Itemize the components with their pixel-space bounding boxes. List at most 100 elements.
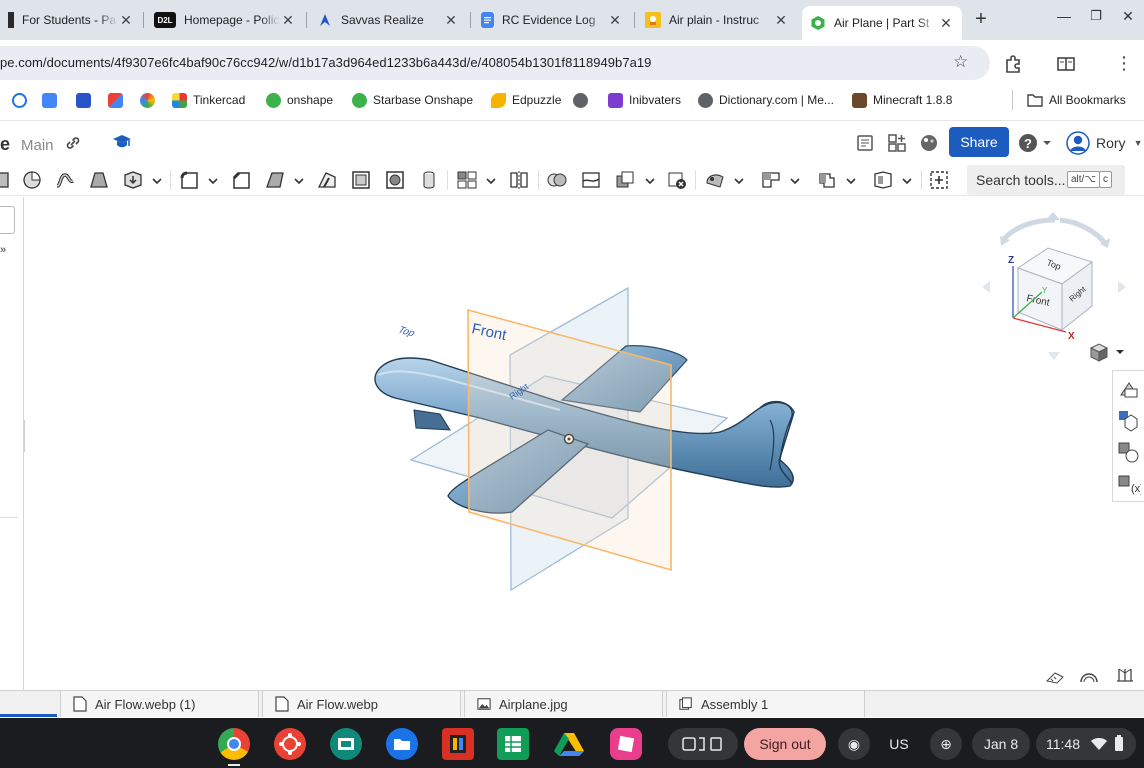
bookmark-docs-icon[interactable] — [42, 90, 63, 110]
minimize-window-icon[interactable]: — — [1051, 8, 1077, 30]
search-tools-input[interactable]: Search tools... alt/⌥ c — [967, 165, 1125, 195]
chevron-down-icon[interactable] — [152, 174, 162, 185]
shell-icon[interactable] — [350, 169, 372, 191]
delete-part-icon[interactable] — [666, 169, 688, 191]
doc-tab[interactable]: Air Flow.webp — [262, 691, 461, 717]
units-icon[interactable] — [1115, 667, 1135, 685]
fillet-icon[interactable] — [178, 169, 200, 191]
enclose-icon[interactable] — [122, 169, 144, 191]
extensions-icon[interactable] — [1003, 54, 1023, 74]
user-menu[interactable]: Rory ▼ — [1066, 131, 1142, 155]
chamfer-icon[interactable] — [230, 169, 252, 191]
render-studio-icon[interactable] — [919, 133, 939, 156]
bookmark-globe-icon[interactable] — [573, 90, 594, 110]
address-bar[interactable]: pe.com/documents/4f9307e6fc4baf90c76cc94… — [0, 46, 990, 80]
feature-filter-input[interactable] — [0, 206, 15, 234]
close-tab-icon[interactable]: ✕ — [773, 12, 789, 29]
boolean-icon[interactable] — [546, 169, 568, 191]
mirror-icon[interactable] — [508, 169, 530, 191]
close-tab-icon[interactable]: ✕ — [118, 12, 134, 29]
revolve-icon[interactable] — [0, 169, 14, 191]
bookmark-inibvaters[interactable]: Inibvaters — [608, 90, 681, 110]
close-tab-icon[interactable]: ✕ — [607, 12, 623, 29]
branch-name[interactable]: Main — [21, 137, 54, 154]
cylinder-icon[interactable] — [418, 169, 440, 191]
drive-icon[interactable] — [553, 728, 585, 760]
browser-tab[interactable]: Savvas Realize ✕ — [309, 6, 467, 34]
variables-icon[interactable]: (x) — [1117, 473, 1144, 497]
model-canvas[interactable]: Front Top Right Top Front Right Z X Y — [25, 197, 1144, 690]
close-tab-icon[interactable]: ✕ — [938, 15, 954, 32]
sweep-icon[interactable] — [21, 169, 43, 191]
measure-icon[interactable] — [1045, 667, 1065, 685]
bookmark-edpuzzle[interactable]: Edpuzzle — [491, 90, 561, 110]
transform-icon[interactable] — [614, 169, 636, 191]
app-icon[interactable] — [442, 728, 474, 760]
doc-tab[interactable]: Assembly 1 — [666, 691, 865, 717]
new-tab-button[interactable]: + — [970, 9, 992, 31]
sheets-icon[interactable] — [497, 728, 529, 760]
files-icon[interactable] — [386, 728, 418, 760]
bookmark-starbase-onshape[interactable]: Starbase Onshape — [352, 90, 473, 110]
all-bookmarks[interactable]: All Bookmarks — [1027, 90, 1126, 110]
chevron-down-icon[interactable] — [486, 174, 496, 185]
chevron-down-icon[interactable] — [734, 174, 744, 185]
sign-out-button[interactable]: Sign out — [744, 728, 826, 760]
bookmark-app-icon[interactable] — [140, 90, 161, 110]
modify-fillet-icon[interactable] — [704, 169, 726, 191]
browser-tab[interactable]: Air plain - Instruc ✕ — [637, 6, 797, 34]
canvas-icon[interactable] — [274, 728, 306, 760]
chevron-down-icon[interactable] — [846, 174, 856, 185]
date-display[interactable]: Jan 8 — [972, 728, 1030, 760]
release-candidates-icon[interactable] — [856, 134, 874, 155]
close-window-icon[interactable]: ✕ — [1115, 8, 1141, 30]
loft-icon[interactable] — [54, 169, 76, 191]
app-store-icon[interactable] — [887, 133, 907, 156]
split-icon[interactable] — [580, 169, 602, 191]
chevron-down-icon[interactable] — [645, 174, 655, 185]
hole-icon[interactable] — [384, 169, 406, 191]
browser-tab[interactable]: For Students - Pa ✕ — [0, 6, 142, 34]
appearance-icon[interactable] — [1117, 377, 1141, 401]
bookmark-minecraft[interactable]: Minecraft 1.8.8 — [852, 90, 952, 110]
chevron-down-icon[interactable] — [790, 174, 800, 185]
browser-tab[interactable]: RC Evidence Log ✕ — [473, 6, 631, 34]
share-button[interactable]: Share — [949, 127, 1009, 157]
classroom-icon[interactable] — [330, 728, 362, 760]
restore-window-icon[interactable]: ❐ — [1083, 8, 1109, 30]
browser-menu-icon[interactable]: ⋮ — [1114, 54, 1134, 74]
curvature-icon[interactable] — [1079, 667, 1099, 685]
browser-tab[interactable]: D2L Homepage - Polic ✕ — [146, 6, 304, 34]
thicken-icon[interactable] — [88, 169, 110, 191]
doc-tab[interactable]: Air Flow.webp (1) — [60, 691, 259, 717]
doc-tab[interactable]: Airplane.jpg — [464, 691, 663, 717]
bookmark-calendar-icon[interactable] — [76, 90, 97, 110]
learning-center-icon[interactable] — [112, 133, 132, 154]
draft-icon[interactable] — [264, 169, 286, 191]
plane-icon[interactable] — [760, 169, 782, 191]
document-name[interactable]: e — [0, 134, 10, 155]
close-tab-icon[interactable]: ✕ — [443, 12, 459, 29]
bookmark-tinkercad[interactable]: Tinkercad — [172, 90, 245, 110]
reading-mode-icon[interactable] — [1056, 54, 1076, 74]
view-options-icon[interactable] — [1089, 343, 1124, 362]
sheet-metal-icon[interactable] — [816, 169, 838, 191]
close-tab-icon[interactable]: ✕ — [280, 12, 296, 29]
help-icon[interactable]: ? — [1018, 133, 1052, 156]
rib-icon[interactable] — [316, 169, 338, 191]
browser-tab-active[interactable]: Air Plane | Part St ✕ — [802, 6, 962, 40]
system-tray-tools[interactable] — [668, 728, 738, 760]
accessibility-icon[interactable]: ◉ — [838, 728, 870, 760]
mass-properties-icon[interactable] — [1117, 441, 1141, 465]
add-custom-feature-icon[interactable] — [928, 169, 950, 191]
bookmark-onshape[interactable]: onshape — [266, 90, 333, 110]
keyboard-locale[interactable]: US — [880, 728, 918, 760]
chrome-icon[interactable] — [218, 728, 250, 760]
bookmark-star-icon[interactable]: ☆ — [953, 53, 968, 71]
view-cube[interactable]: Top Front Right Z X Y — [982, 212, 1126, 360]
link-icon[interactable] — [64, 135, 82, 154]
bookmark-refresh-icon[interactable] — [12, 90, 33, 110]
app-icon[interactable] — [610, 728, 642, 760]
bookmark-gmail-icon[interactable] — [108, 90, 129, 110]
chevron-down-icon[interactable] — [294, 174, 304, 185]
